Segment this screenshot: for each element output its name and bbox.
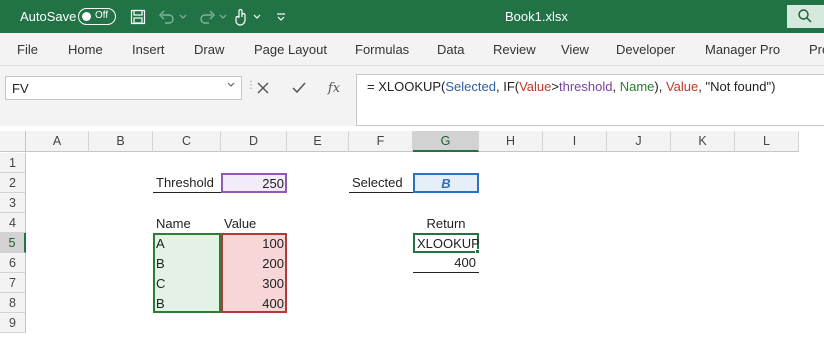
formula-input[interactable]: = XLOOKUP(Selected, IF(Value>threshold, …	[356, 74, 824, 126]
tab-formulas[interactable]: Formulas	[355, 42, 409, 57]
formula-token: , IF(	[495, 79, 520, 94]
row-header-1[interactable]: 1	[0, 153, 26, 173]
column-header-i[interactable]: I	[543, 131, 607, 152]
tab-home[interactable]: Home	[68, 42, 103, 57]
tab-view[interactable]: View	[561, 42, 589, 57]
cell-c7[interactable]: C	[153, 273, 221, 293]
cell-c6[interactable]: B	[153, 253, 221, 273]
document-title: Book1.xlsx	[505, 9, 568, 24]
column-header-k[interactable]: K	[671, 131, 735, 152]
formula-token: Selected	[445, 79, 496, 94]
formula-token: Value	[665, 79, 699, 94]
cancel-icon[interactable]	[249, 76, 277, 100]
name-box-value: FV	[12, 81, 29, 96]
cell-c4[interactable]: Name	[153, 213, 221, 233]
tab-data[interactable]: Data	[437, 42, 464, 57]
column-header-l[interactable]: L	[735, 131, 799, 152]
toggle-knob	[82, 12, 91, 21]
undo-icon[interactable]	[156, 7, 178, 27]
redo-dropdown-icon[interactable]	[218, 7, 228, 27]
autosave-toggle[interactable]: Off	[78, 8, 116, 25]
column-header-h[interactable]: H	[479, 131, 543, 152]
insert-function-icon[interactable]: fx	[320, 76, 348, 100]
tab-pro[interactable]: Pro	[809, 42, 824, 57]
formula-token: , "Not found")	[698, 79, 776, 94]
formula-bar: FV ⋮ fx = XLOOKUP(Selected, IF(Value>thr…	[0, 66, 824, 126]
title-bar: AutoSave Off Book1.xlsx	[0, 0, 824, 33]
search-icon	[797, 8, 813, 27]
cell-c8[interactable]: B	[153, 293, 221, 313]
formula-token: = XLOOKUP(	[367, 79, 446, 94]
formula-token: ),	[654, 79, 666, 94]
row-header-7[interactable]: 7	[0, 273, 26, 293]
name-box-dropdown-icon[interactable]	[227, 80, 235, 91]
search-box[interactable]	[787, 5, 824, 28]
column-header-d[interactable]: D	[221, 131, 287, 152]
name-box[interactable]: FV	[5, 76, 242, 100]
autosave-label: AutoSave	[20, 9, 77, 24]
column-header-f[interactable]: F	[349, 131, 413, 152]
tab-draw[interactable]: Draw	[194, 42, 224, 57]
column-header-b[interactable]: B	[89, 131, 153, 152]
touch-dropdown-icon[interactable]	[252, 7, 262, 27]
column-header-g[interactable]: G	[413, 131, 479, 152]
tab-review[interactable]: Review	[493, 42, 536, 57]
row-header-9[interactable]: 9	[0, 313, 26, 333]
worksheet-grid: A B C D E F G H I J K L 1 2 3 4 5 6 7 8 9 Threshold 250 Selecte…	[0, 126, 824, 349]
cell-f2[interactable]: Selected	[349, 173, 413, 193]
undo-dropdown-icon[interactable]	[178, 7, 188, 27]
formula-token: >	[551, 79, 559, 94]
column-header-a[interactable]: A	[26, 131, 89, 152]
formula-token: ,	[612, 79, 620, 94]
cell-d7[interactable]: 300	[221, 273, 287, 293]
cell-d4[interactable]: Value	[221, 213, 287, 233]
customize-toolbar-icon[interactable]	[274, 7, 288, 27]
tab-insert[interactable]: Insert	[132, 42, 165, 57]
autosave-state: Off	[95, 10, 109, 21]
tab-file[interactable]: File	[17, 42, 38, 57]
cell-g4[interactable]: Return	[413, 213, 479, 233]
row-header-3[interactable]: 3	[0, 193, 26, 213]
cell-c5[interactable]: A	[153, 233, 221, 253]
tab-manager-pro[interactable]: Manager Pro	[705, 42, 780, 57]
touch-mode-icon[interactable]	[232, 7, 250, 27]
cell-g5[interactable]: XLOOKUP	[413, 233, 480, 253]
cell-d2[interactable]: 250	[221, 173, 287, 193]
row-header-2[interactable]: 2	[0, 173, 26, 193]
column-header-e[interactable]: E	[287, 131, 349, 152]
cell-g2[interactable]: B	[413, 173, 479, 193]
formula-token: Name	[619, 79, 655, 94]
cell-d6[interactable]: 200	[221, 253, 287, 273]
save-icon[interactable]	[128, 7, 148, 27]
cell-d8[interactable]: 400	[221, 293, 287, 313]
row-header-5[interactable]: 5	[0, 233, 26, 253]
tab-page-layout[interactable]: Page Layout	[254, 42, 327, 57]
ribbon-tabs: File Home Insert Draw Page Layout Formul…	[0, 33, 824, 66]
column-header-j[interactable]: J	[607, 131, 671, 152]
row-header-6[interactable]: 6	[0, 253, 26, 273]
enter-icon[interactable]	[285, 76, 313, 100]
select-all-corner[interactable]	[0, 131, 26, 152]
formula-token: threshold	[558, 79, 613, 94]
row-header-4[interactable]: 4	[0, 213, 26, 233]
cell-d5[interactable]: 100	[221, 233, 287, 253]
formula-token: Value	[519, 79, 552, 94]
tab-developer[interactable]: Developer	[616, 42, 675, 57]
cell-c2[interactable]: Threshold	[153, 173, 221, 193]
cell-g6[interactable]: 400	[413, 253, 479, 273]
column-header-c[interactable]: C	[153, 131, 221, 152]
row-header-8[interactable]: 8	[0, 293, 26, 313]
redo-icon[interactable]	[196, 7, 218, 27]
